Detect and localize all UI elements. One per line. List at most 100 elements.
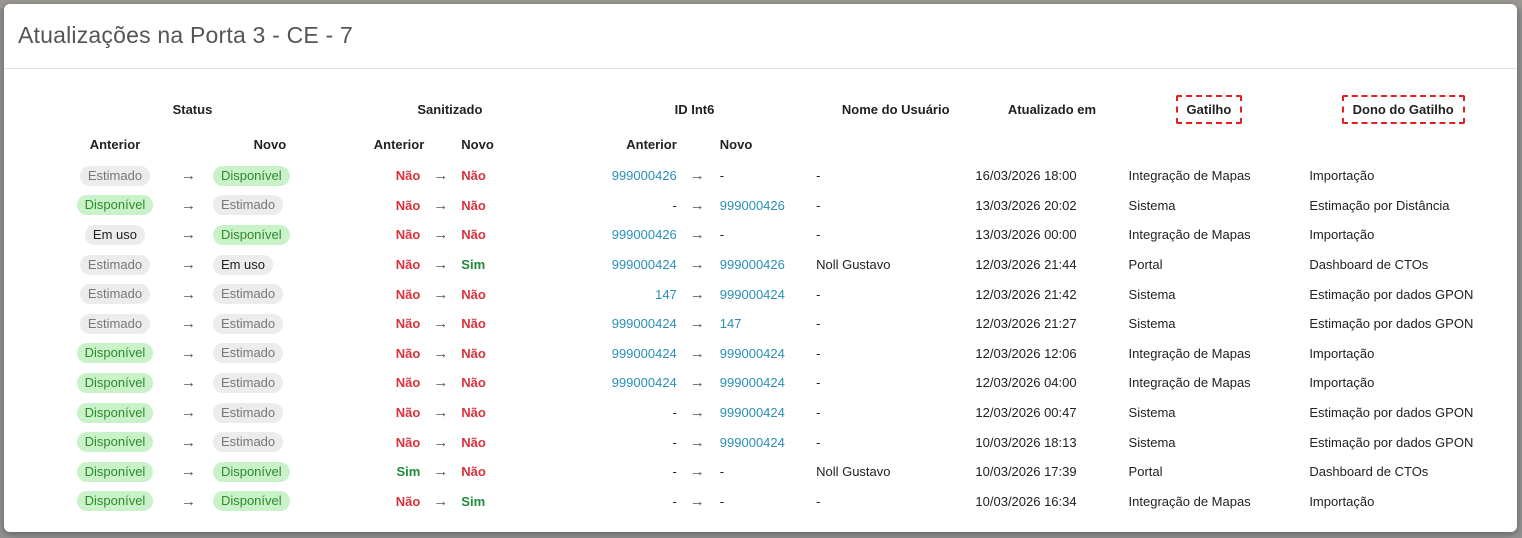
sanitizado-new: Sim xyxy=(461,257,486,273)
trigger: Sistema xyxy=(1128,286,1176,302)
arrow-right-icon: → xyxy=(689,285,705,303)
group-header-row: Status Sanitizado ID Int6 Nome do Usuári… xyxy=(58,91,1517,127)
id-previous: - xyxy=(672,405,677,421)
arrow-right-icon: → xyxy=(433,344,449,362)
sanitizado-previous: Não xyxy=(395,168,421,184)
arrow-right-icon: → xyxy=(433,196,449,214)
trigger-owner: Importação xyxy=(1309,227,1375,243)
table-row: Estimado → Estimado Não → Não 147 → 999000424- 12… xyxy=(58,279,1517,309)
user-name: Noll Gustavo xyxy=(816,464,891,480)
id-new[interactable]: 999000424 xyxy=(714,279,816,309)
table-row: Disponível → Disponível Não → Sim - → - -10/03/20… xyxy=(58,487,1517,517)
id-new: - xyxy=(719,227,725,243)
id-new: - xyxy=(719,168,725,184)
id-previous: - xyxy=(672,197,677,213)
id-new[interactable]: 999000424 xyxy=(714,368,816,398)
user-name: - xyxy=(816,405,821,421)
sanitizado-new: Não xyxy=(461,345,486,361)
user-name: - xyxy=(816,197,821,213)
status-previous-badge: Estimado xyxy=(79,165,151,186)
trigger: Integração de Mapas xyxy=(1128,227,1251,243)
modal-header: Atualizações na Porta 3 - CE - 7 xyxy=(4,4,1517,69)
id-previous[interactable]: 999000424 xyxy=(573,250,681,280)
arrow-right-icon: → xyxy=(180,344,196,362)
table-row: Disponível → Estimado Não → Não - → 999000424-12… xyxy=(58,398,1517,428)
arrow-right-icon: → xyxy=(433,374,449,392)
trigger-owner: Importação xyxy=(1309,375,1375,391)
sanitizado-previous: Não xyxy=(395,227,421,243)
sanitizado-previous: Sim xyxy=(396,464,421,480)
trigger: Sistema xyxy=(1128,316,1176,332)
status-new-badge: Estimado xyxy=(212,195,284,216)
status-new-badge: Estimado xyxy=(212,343,284,364)
sanitizado-new: Não xyxy=(461,464,486,480)
updates-table: Status Sanitizado ID Int6 Nome do Usuári… xyxy=(58,91,1517,516)
id-previous[interactable]: 999000426 xyxy=(573,220,681,250)
arrow-right-icon: → xyxy=(180,492,196,510)
table-row: Estimado → Em uso Não → Sim 999000424 → 99900042… xyxy=(58,250,1517,280)
id-previous[interactable]: 999000426 xyxy=(573,161,681,191)
status-new-badge: Disponível xyxy=(212,461,290,482)
user-name: - xyxy=(816,286,821,302)
status-previous-badge: Estimado xyxy=(79,313,151,334)
status-new-badge: Estimado xyxy=(212,313,284,334)
table-row: Em uso → Disponível Não → Não 999000426 → - -13/0… xyxy=(58,220,1517,250)
header-updated: Atualizado em xyxy=(1007,101,1097,117)
updated-at: 12/03/2026 04:00 xyxy=(975,375,1077,391)
header-status: Status xyxy=(172,101,213,117)
id-previous[interactable]: 147 xyxy=(573,279,681,309)
id-previous[interactable]: 999000424 xyxy=(573,339,681,369)
sanitizado-previous: Não xyxy=(395,286,421,302)
arrow-right-icon: → xyxy=(689,167,705,185)
arrow-right-icon: → xyxy=(180,374,196,392)
trigger: Integração de Mapas xyxy=(1128,493,1251,509)
sanitizado-previous: Não xyxy=(395,493,421,509)
trigger: Sistema xyxy=(1128,197,1176,213)
arrow-right-icon: → xyxy=(689,404,705,422)
user-name: - xyxy=(816,375,821,391)
arrow-right-icon: → xyxy=(433,404,449,422)
id-previous[interactable]: 999000424 xyxy=(573,368,681,398)
sanitizado-new: Não xyxy=(461,286,486,302)
id-new[interactable]: 999000424 xyxy=(714,398,816,428)
header-sanitizado: Sanitizado xyxy=(417,101,483,117)
updated-at: 13/03/2026 20:02 xyxy=(975,197,1077,213)
user-name: - xyxy=(816,168,821,184)
trigger: Sistema xyxy=(1128,405,1176,421)
arrow-right-icon: → xyxy=(689,315,705,333)
status-new-badge: Estimado xyxy=(212,432,284,453)
arrow-right-icon: → xyxy=(180,463,196,481)
trigger: Integração de Mapas xyxy=(1128,345,1251,361)
header-user: Nome do Usuário xyxy=(841,101,950,117)
table-row: Disponível → Estimado Não → Não 999000424 → 9990… xyxy=(58,368,1517,398)
id-new[interactable]: 999000426 xyxy=(714,250,816,280)
status-previous-badge: Estimado xyxy=(79,254,151,275)
sanitizado-previous: Não xyxy=(395,316,421,332)
status-previous-badge: Em uso xyxy=(84,224,145,245)
user-name: - xyxy=(816,345,821,361)
trigger-owner: Importação xyxy=(1309,168,1375,184)
updated-at: 10/03/2026 17:39 xyxy=(975,464,1077,480)
arrow-right-icon: → xyxy=(689,463,705,481)
id-new[interactable]: 999000426 xyxy=(714,191,816,221)
id-previous[interactable]: 999000424 xyxy=(573,309,681,339)
trigger-owner: Dashboard de CTOs xyxy=(1309,464,1429,480)
arrow-right-icon: → xyxy=(433,433,449,451)
arrow-right-icon: → xyxy=(180,167,196,185)
arrow-right-icon: → xyxy=(433,256,449,274)
trigger-highlight: Gatilho xyxy=(1175,94,1243,124)
arrow-right-icon: → xyxy=(433,492,449,510)
id-new[interactable]: 999000424 xyxy=(714,339,816,369)
sanitizado-previous: Não xyxy=(395,434,421,450)
id-new[interactable]: 999000424 xyxy=(714,427,816,457)
trigger: Portal xyxy=(1128,464,1163,480)
arrow-right-icon: → xyxy=(180,196,196,214)
user-name: - xyxy=(816,493,821,509)
updates-table-body: Estimado → Disponível Não → Não 999000426 → - -16… xyxy=(58,161,1517,516)
subheader-status-previous: Anterior xyxy=(89,136,141,152)
id-new[interactable]: 147 xyxy=(714,309,816,339)
sanitizado-new: Sim xyxy=(461,493,486,509)
arrow-right-icon: → xyxy=(689,226,705,244)
trigger-owner: Importação xyxy=(1309,345,1375,361)
updated-at: 12/03/2026 21:42 xyxy=(975,286,1077,302)
